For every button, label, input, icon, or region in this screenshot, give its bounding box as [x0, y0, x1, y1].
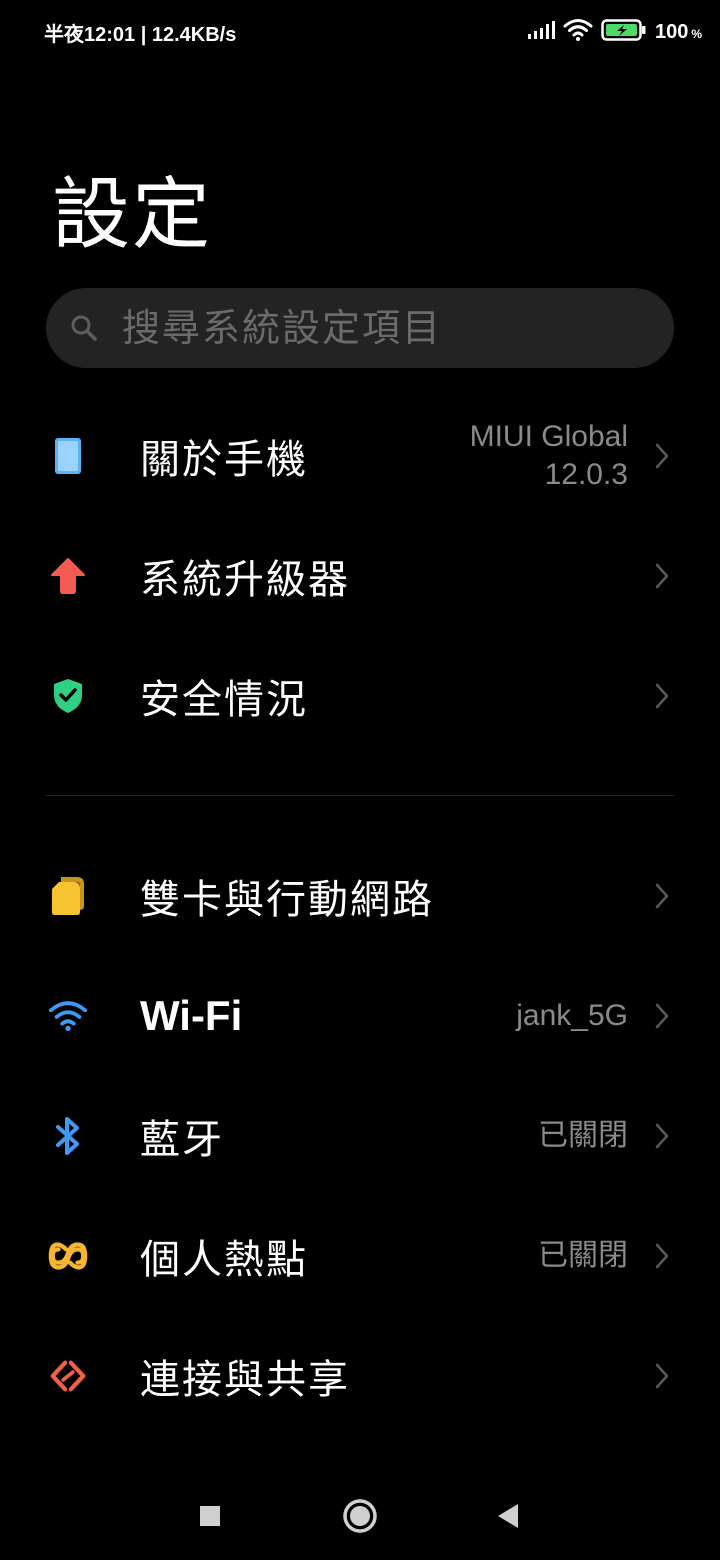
chevron-right-icon — [654, 1001, 670, 1031]
settings-item-sim-mobile-network[interactable]: 雙卡與行動網路 — [0, 836, 720, 956]
share-connection-icon — [48, 1356, 88, 1396]
battery-icon — [601, 18, 647, 46]
battery-percent: 100% — [654, 20, 702, 43]
square-icon[interactable] — [190, 1496, 230, 1536]
bluetooth-icon — [48, 1116, 88, 1156]
settings-item-about-phone[interactable]: 關於手機 MIUI Global 12.0.3 — [0, 396, 720, 516]
shield-check-icon — [48, 676, 88, 716]
chevron-right-icon — [654, 1241, 670, 1271]
circle-icon[interactable] — [340, 1496, 380, 1536]
settings-item-label: 雙卡與行動網路 — [140, 877, 434, 923]
settings-item-label: 連接與共享 — [140, 1357, 350, 1403]
settings-item-label: 系統升級器 — [140, 557, 350, 603]
search-input[interactable] — [122, 306, 622, 350]
status-icons: 100% — [527, 16, 702, 48]
chevron-right-icon — [654, 561, 670, 591]
navigation-bar — [0, 1470, 720, 1560]
status-bar: 半夜12:01 | 12.4KB/s 100 % — [0, 0, 720, 64]
arrow-up-icon — [48, 556, 88, 596]
wifi-icon — [48, 996, 88, 1036]
settings-item-system-update[interactable]: 系統升級器 — [0, 516, 720, 636]
search-icon — [70, 314, 98, 342]
settings-item-label: 個人熱點 — [140, 1237, 308, 1283]
chevron-right-icon — [654, 881, 670, 911]
chevron-right-icon — [654, 681, 670, 711]
settings-item-bluetooth[interactable]: 藍牙 已關閉 — [0, 1076, 720, 1196]
phone-icon — [48, 436, 88, 476]
settings-item-value: 已關閉 — [538, 1238, 628, 1273]
page-title: 設定 — [52, 170, 213, 260]
settings-item-value: MIUI Global 12.0.3 — [469, 420, 628, 491]
settings-item-connection-sharing[interactable]: 連接與共享 — [0, 1316, 720, 1436]
chevron-right-icon — [654, 1121, 670, 1151]
settings-item-wifi[interactable]: Wi-Fi jank_5G — [0, 956, 720, 1076]
settings-item-label: 安全情況 — [140, 677, 308, 723]
settings-item-hotspot[interactable]: 個人熱點 已關閉 — [0, 1196, 720, 1316]
settings-item-security[interactable]: 安全情況 — [0, 636, 720, 756]
chevron-right-icon — [654, 441, 670, 471]
sim-card-icon — [48, 876, 88, 916]
settings-item-value: jank_5G — [516, 999, 628, 1032]
signal-icon — [527, 20, 555, 44]
settings-item-label: 關於手機 — [140, 437, 308, 483]
settings-item-label: 藍牙 — [140, 1117, 224, 1163]
wifi-status-icon — [563, 18, 593, 46]
settings-item-label: Wi-Fi — [140, 992, 243, 1039]
settings-item-value: 已關閉 — [538, 1118, 628, 1153]
status-time-speed: 半夜12:01 | 12.4KB/s — [44, 24, 237, 46]
triangle-back-icon[interactable] — [488, 1496, 528, 1536]
section-divider — [46, 795, 674, 796]
search-bar[interactable] — [46, 288, 674, 368]
chevron-right-icon — [654, 1361, 670, 1391]
hotspot-icon — [48, 1236, 88, 1276]
